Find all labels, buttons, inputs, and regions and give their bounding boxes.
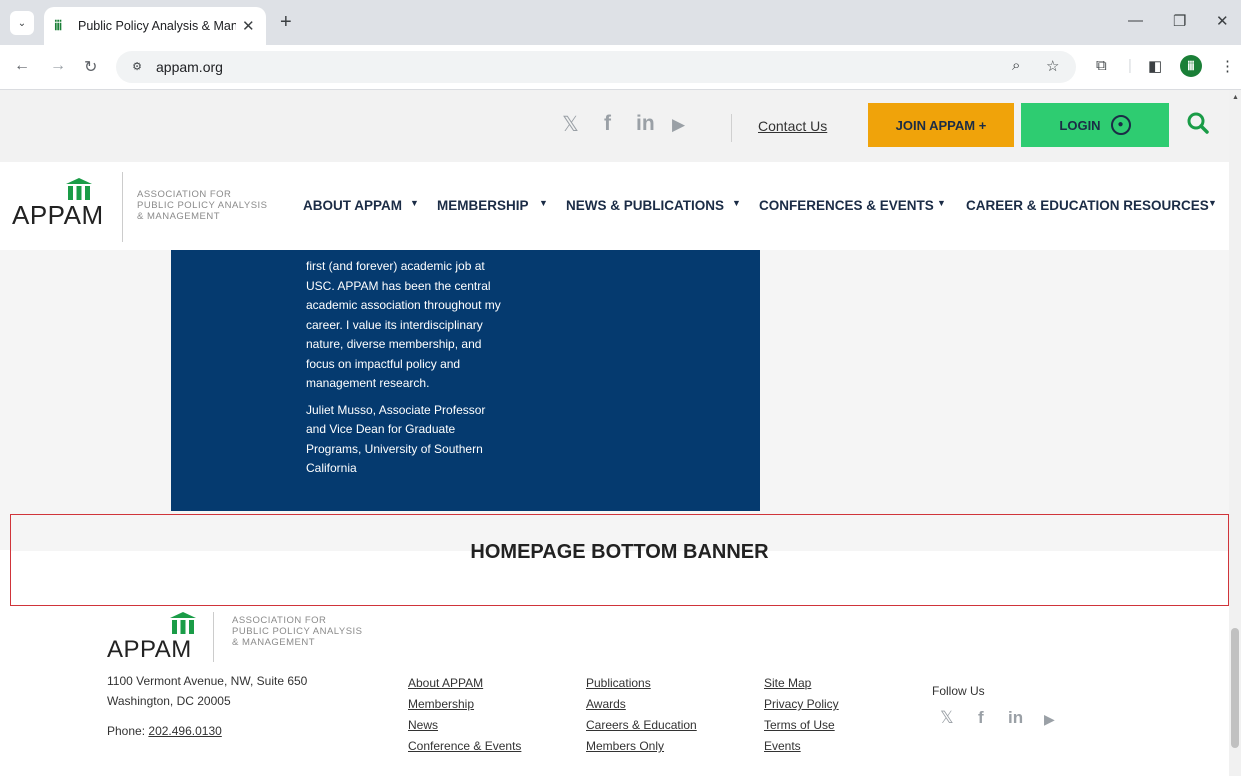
footer-link-terms-of-use[interactable]: Terms of Use xyxy=(764,718,835,732)
new-tab-button[interactable]: + xyxy=(280,12,292,32)
user-icon: ● xyxy=(1110,115,1131,135)
linkedin-icon[interactable]: in xyxy=(1008,708,1023,728)
linkedin-icon[interactable]: in xyxy=(636,112,655,136)
logo-subtitle: ASSOCIATION FOR PUBLIC POLICY ANALYSIS &… xyxy=(137,189,268,222)
extensions-icon[interactable]: ⧉ xyxy=(1096,57,1107,74)
footer: APPAM ASSOCIATION FOR PUBLIC POLICY ANAL… xyxy=(0,606,1229,776)
side-panel-icon[interactable]: ◧ xyxy=(1148,57,1162,75)
scrollbar-thumb[interactable] xyxy=(1231,628,1239,748)
minimize-button[interactable]: — xyxy=(1128,12,1143,29)
divider xyxy=(731,114,732,142)
homepage-bottom-banner: HOMEPAGE BOTTOM BANNER xyxy=(10,514,1229,606)
testimonial-card: first (and forever) academic job at USC.… xyxy=(171,250,760,511)
zoom-icon[interactable]: ⌕ xyxy=(1012,57,1020,74)
phone-link[interactable]: 202.496.0130 xyxy=(148,724,221,738)
main-navigation: APPAM ASSOCIATION FOR PUBLIC POLICY ANAL… xyxy=(0,162,1229,250)
facebook-icon[interactable]: f xyxy=(604,112,611,136)
pillars-logo-icon xyxy=(170,612,196,634)
footer-link-site-map[interactable]: Site Map xyxy=(764,676,811,690)
browser-tab-bar: ⌄ ⅲ Public Policy Analysis & Manage ✕ + … xyxy=(0,0,1241,45)
testimonial-text: first (and forever) academic job at USC.… xyxy=(306,257,501,486)
footer-logo-subtitle: ASSOCIATION FOR PUBLIC POLICY ANALYSIS &… xyxy=(232,615,363,648)
footer-link-publications[interactable]: Publications xyxy=(586,676,651,690)
testimonial-attribution: Juliet Musso, Associate Professor and Vi… xyxy=(306,402,486,476)
address-bar[interactable]: ⚙ appam.org ⌕ ☆ xyxy=(116,51,1076,83)
pillars-logo-icon xyxy=(66,178,92,200)
join-appam-button[interactable]: JOIN APPAM + xyxy=(868,103,1014,147)
tab-search-button[interactable]: ⌄ xyxy=(10,11,34,35)
footer-address-line2: Washington, DC 20005 xyxy=(107,694,231,708)
browser-toolbar: ← → ↻ ⚙ appam.org ⌕ ☆ ⧉ | ◧ ⅲ ⋮ xyxy=(0,45,1241,90)
footer-link-awards[interactable]: Awards xyxy=(586,697,626,711)
page-scrollbar[interactable]: ▲ xyxy=(1229,90,1241,776)
contact-us-link[interactable]: Contact Us xyxy=(758,118,827,134)
footer-address-line1: 1100 Vermont Avenue, NW, Suite 650 xyxy=(107,674,308,688)
nav-news-publications[interactable]: NEWS & PUBLICATIONS xyxy=(566,198,724,213)
close-window-button[interactable]: ✕ xyxy=(1216,12,1229,30)
phone-label: Phone: xyxy=(107,724,146,738)
testimonial-body: first (and forever) academic job at USC.… xyxy=(306,259,501,390)
browser-tab[interactable]: ⅲ Public Policy Analysis & Manage ✕ xyxy=(44,7,266,45)
footer-link-news[interactable]: News xyxy=(408,718,438,732)
footer-link-conference-events[interactable]: Conference & Events xyxy=(408,739,521,753)
footer-link-careers-education[interactable]: Careers & Education xyxy=(586,718,697,732)
utility-bar: 𝕏 f in ▶ Contact Us JOIN APPAM + LOGIN ● xyxy=(0,90,1229,162)
login-button[interactable]: LOGIN ● xyxy=(1021,103,1169,147)
forward-icon[interactable]: → xyxy=(50,57,66,75)
nav-conferences-events[interactable]: CONFERENCES & EVENTS xyxy=(759,198,934,213)
x-twitter-icon[interactable]: 𝕏 xyxy=(940,708,954,728)
chevron-down-icon[interactable]: ▼ xyxy=(539,198,548,208)
url-text: appam.org xyxy=(156,59,223,75)
banner-label: HOMEPAGE BOTTOM BANNER xyxy=(470,541,769,563)
facebook-icon[interactable]: f xyxy=(978,708,984,728)
web-page: 𝕏 f in ▶ Contact Us JOIN APPAM + LOGIN ●… xyxy=(0,90,1229,776)
login-label: LOGIN xyxy=(1059,117,1101,133)
chevron-down-icon[interactable]: ▼ xyxy=(732,198,741,208)
footer-link-events[interactable]: Events xyxy=(764,739,801,753)
logo-divider xyxy=(122,172,123,242)
nav-membership[interactable]: MEMBERSHIP xyxy=(437,198,529,213)
back-icon[interactable]: ← xyxy=(14,57,30,75)
scroll-up-icon[interactable]: ▲ xyxy=(1232,94,1239,101)
nav-career-education[interactable]: CAREER & EDUCATION RESOURCES xyxy=(966,198,1209,213)
footer-link-about[interactable]: About APPAM xyxy=(408,676,483,690)
nav-about-appam[interactable]: ABOUT APPAM xyxy=(303,198,402,213)
x-twitter-icon[interactable]: 𝕏 xyxy=(562,112,579,137)
tab-title: Public Policy Analysis & Manage xyxy=(78,19,236,33)
footer-phone: Phone: 202.496.0130 xyxy=(107,724,222,738)
footer-logo-name: APPAM xyxy=(107,636,192,663)
site-info-icon[interactable]: ⚙ xyxy=(126,57,148,77)
youtube-icon[interactable]: ▶ xyxy=(672,115,685,135)
follow-us-label: Follow Us xyxy=(932,684,985,698)
appam-favicon-icon: ⅲ xyxy=(54,18,63,33)
chevron-down-icon[interactable]: ▼ xyxy=(937,198,946,208)
footer-link-members-only[interactable]: Members Only xyxy=(586,739,664,753)
profile-avatar[interactable]: ⅲ xyxy=(1180,55,1202,77)
logo-name: APPAM xyxy=(12,200,104,230)
chevron-down-icon[interactable]: ▼ xyxy=(410,198,419,208)
footer-logo-divider xyxy=(213,612,214,662)
restore-button[interactable]: ❐ xyxy=(1173,12,1186,30)
chevron-down-icon[interactable]: ▼ xyxy=(1208,198,1217,208)
youtube-icon[interactable]: ▶ xyxy=(1044,711,1055,728)
footer-link-privacy-policy[interactable]: Privacy Policy xyxy=(764,697,839,711)
footer-link-membership[interactable]: Membership xyxy=(408,697,474,711)
search-icon[interactable] xyxy=(1187,112,1209,134)
bookmark-star-icon[interactable]: ☆ xyxy=(1046,57,1059,75)
reload-icon[interactable]: ↻ xyxy=(84,57,97,77)
browser-menu-icon[interactable]: ⋮ xyxy=(1220,57,1235,75)
toolbar-divider: | xyxy=(1128,57,1132,74)
tab-close-icon[interactable]: ✕ xyxy=(242,17,255,35)
